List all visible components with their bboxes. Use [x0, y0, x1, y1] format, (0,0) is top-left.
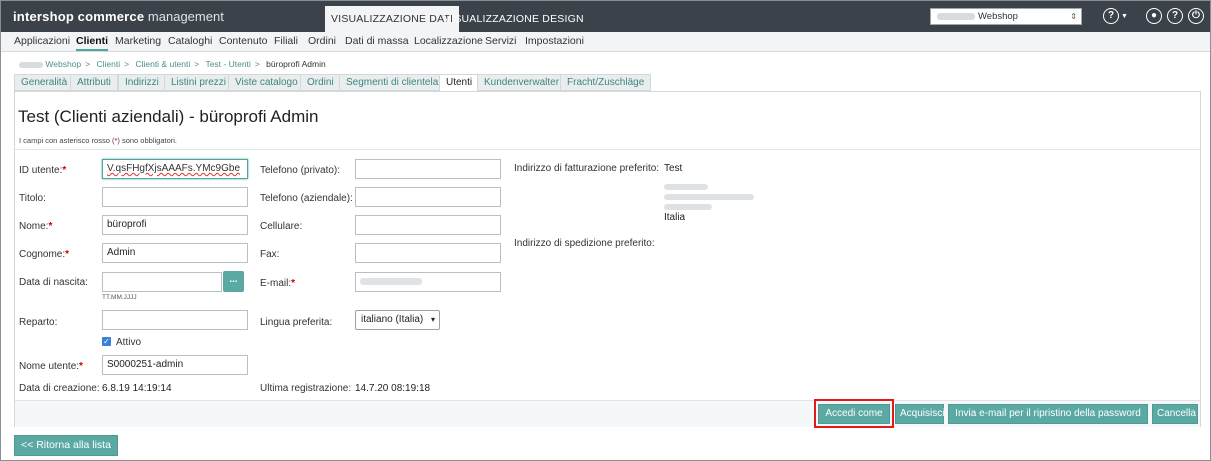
breadcrumb-clienti-utenti[interactable]: Clienti & utenti — [135, 59, 190, 69]
language-label: Lingua preferita: — [260, 317, 333, 328]
firstname-label: Nome:* — [19, 221, 53, 232]
lastname-field[interactable]: Admin — [102, 243, 248, 263]
birthdate-label: Data di nascita: — [19, 277, 88, 288]
power-icon[interactable]: ⏻ — [1188, 8, 1204, 24]
nav-applicazioni[interactable]: Applicazioni — [14, 35, 70, 47]
nav-marketing[interactable]: Marketing — [115, 35, 161, 47]
mobile-label: Cellulare: — [260, 221, 303, 232]
nav-contenuto[interactable]: Contenuto — [219, 35, 267, 47]
billing-country: Italia — [664, 212, 686, 223]
username-field[interactable]: S0000251-admin — [102, 355, 248, 375]
breadcrumb: Webshop > Clienti > Clienti & utenti > Test… — [19, 59, 326, 69]
tab-listini-prezzi[interactable]: Listini prezzi — [164, 74, 234, 91]
highlight-box — [814, 399, 894, 428]
active-checkbox[interactable]: ✓ — [102, 337, 111, 346]
breadcrumb-clienti[interactable]: Clienti — [96, 59, 120, 69]
nav-filiali[interactable]: Filiali — [274, 35, 298, 47]
created-label: Data di creazione: — [19, 383, 100, 394]
tab-segmenti-clientela[interactable]: Segmenti di clientela — [339, 74, 446, 91]
nav-dati-di-massa[interactable]: Dati di massa — [345, 35, 409, 47]
redacted-text — [360, 277, 422, 285]
tab-ordini[interactable]: Ordini — [300, 74, 341, 91]
tab-utenti[interactable]: Utenti — [439, 74, 480, 92]
phone-business-field[interactable] — [355, 187, 501, 207]
shop-select[interactable]: Webshop ⇕ — [930, 8, 1082, 25]
page-title: Test (Clienti aziendali) - büroprofi Adm… — [18, 107, 319, 126]
breadcrumb-webshop[interactable]: Webshop — [45, 59, 81, 69]
nav-localizzazione[interactable]: Localizzazione — [414, 35, 483, 47]
send-password-reset-button[interactable]: Invia e-mail per il ripristino della pas… — [948, 404, 1148, 424]
lastname-label: Cognome:* — [19, 249, 70, 260]
nav-cataloghi[interactable]: Cataloghi — [168, 35, 212, 47]
select-arrows-icon: ⇕ — [1070, 12, 1077, 21]
tab-generalita[interactable]: Generalità — [14, 74, 75, 91]
last-login-label: Ultima registrazione: — [260, 383, 352, 394]
phone-private-field[interactable] — [355, 159, 501, 179]
redacted-text — [664, 204, 712, 210]
user-id-field[interactable]: V.qsFHgfXjsAAAFs.YMc9Gbe — [102, 159, 248, 179]
user-icon[interactable]: ● — [1146, 8, 1162, 24]
back-to-list-button[interactable]: << Ritorna alla lista — [14, 435, 118, 456]
main-nav: Applicazioni Clienti Marketing Cataloghi… — [1, 32, 1210, 52]
email-field[interactable] — [355, 272, 501, 292]
breadcrumb-current: büroprofi Admin — [266, 59, 326, 69]
nav-servizi[interactable]: Servizi — [485, 35, 517, 47]
department-field[interactable] — [102, 310, 248, 330]
language-select[interactable]: italiano (Italia) ▾ — [355, 310, 440, 330]
title-field[interactable] — [102, 187, 248, 207]
department-label: Reparto: — [19, 317, 58, 328]
required-note: I campi con asterisco rosso (*) sono obb… — [19, 136, 177, 145]
birthdate-field[interactable] — [102, 272, 222, 292]
tab-fracht-zuschlaege[interactable]: Fracht/Zuschläge — [560, 74, 652, 91]
shipping-address-label: Indirizzo di spedizione preferito: — [514, 238, 655, 249]
active-label: Attivo — [116, 337, 142, 348]
help-dropdown-icon[interactable]: ? — [1103, 8, 1119, 24]
birthdate-format-hint: TT.MM.JJJJ — [102, 294, 137, 301]
phone-business-label: Telefono (aziendale): — [260, 193, 353, 204]
last-login-value: 14.7.20 08:19:18 — [355, 383, 431, 394]
phone-private-label: Telefono (privato): — [260, 165, 341, 176]
breadcrumb-test-utenti[interactable]: Test - Utenti — [205, 59, 250, 69]
username-label: Nome utente:* — [19, 361, 83, 372]
redacted-text — [664, 194, 754, 200]
created-value: 6.8.19 14:19:14 — [102, 383, 172, 394]
title-label: Titolo: — [19, 193, 46, 204]
app-logo[interactable]: intershop commerce management — [13, 9, 224, 24]
tab-attributi[interactable]: Attributi — [70, 74, 118, 91]
top-bar: intershop commerce management VISUALIZZA… — [1, 1, 1210, 32]
billing-name: Test — [664, 163, 683, 174]
chevron-down-icon[interactable]: ▼ — [1121, 13, 1128, 20]
billing-address-label: Indirizzo di fatturazione preferito: — [514, 163, 660, 174]
nav-clienti[interactable]: Clienti — [76, 35, 109, 51]
tab-indirizzi[interactable]: Indirizzi — [118, 74, 166, 91]
nav-impostazioni[interactable]: Impostazioni — [525, 35, 584, 47]
redacted-text — [19, 61, 43, 68]
date-picker-button[interactable]: ... — [223, 271, 244, 292]
firstname-field[interactable]: büroprofi — [102, 215, 248, 235]
divider — [15, 149, 1200, 150]
fax-label: Fax: — [260, 249, 280, 260]
help-icon[interactable]: ? — [1167, 8, 1183, 24]
redacted-text — [664, 184, 708, 190]
fax-field[interactable] — [355, 243, 501, 263]
nav-ordini[interactable]: Ordini — [308, 35, 336, 47]
user-id-label: ID utente:* — [19, 165, 67, 176]
redacted-text — [937, 12, 975, 20]
email-label: E-mail:* — [260, 278, 296, 289]
tab-design-view[interactable]: VISUALIZZAZIONE DESIGN — [438, 6, 590, 32]
delete-button[interactable]: Cancella — [1152, 404, 1198, 424]
chevron-down-icon: ▾ — [430, 315, 435, 324]
tab-kundenverwalter[interactable]: Kundenverwalter — [477, 74, 567, 91]
mobile-field[interactable] — [355, 215, 501, 235]
tab-viste-catalogo[interactable]: Viste catalogo — [228, 74, 305, 91]
acquire-button[interactable]: Acquisisci — [895, 404, 944, 424]
